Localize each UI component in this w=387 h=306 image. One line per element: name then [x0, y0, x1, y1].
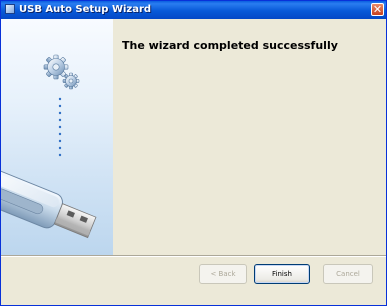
- page-title: The wizard completed successfully: [122, 39, 338, 52]
- usb-drive-icon: [1, 166, 97, 239]
- close-button[interactable]: ✕: [371, 3, 384, 16]
- wizard-side-panel: [1, 19, 113, 255]
- usb-wizard-icon: [5, 4, 15, 14]
- progress-dots: [58, 97, 62, 157]
- wizard-window: USB Auto Setup Wizard ✕ The wizard compl…: [0, 0, 387, 306]
- button-separator: [1, 255, 386, 257]
- finish-button[interactable]: Finish: [254, 264, 310, 284]
- wizard-content: The wizard completed successfully: [113, 19, 386, 255]
- window-title: USB Auto Setup Wizard: [19, 4, 152, 15]
- title-bar[interactable]: USB Auto Setup Wizard ✕: [1, 1, 386, 19]
- back-button[interactable]: < Back: [199, 264, 247, 284]
- close-icon: ✕: [372, 3, 383, 16]
- side-panel-art: [1, 54, 97, 239]
- cancel-button[interactable]: Cancel: [323, 264, 373, 284]
- gears-icon: [43, 54, 80, 90]
